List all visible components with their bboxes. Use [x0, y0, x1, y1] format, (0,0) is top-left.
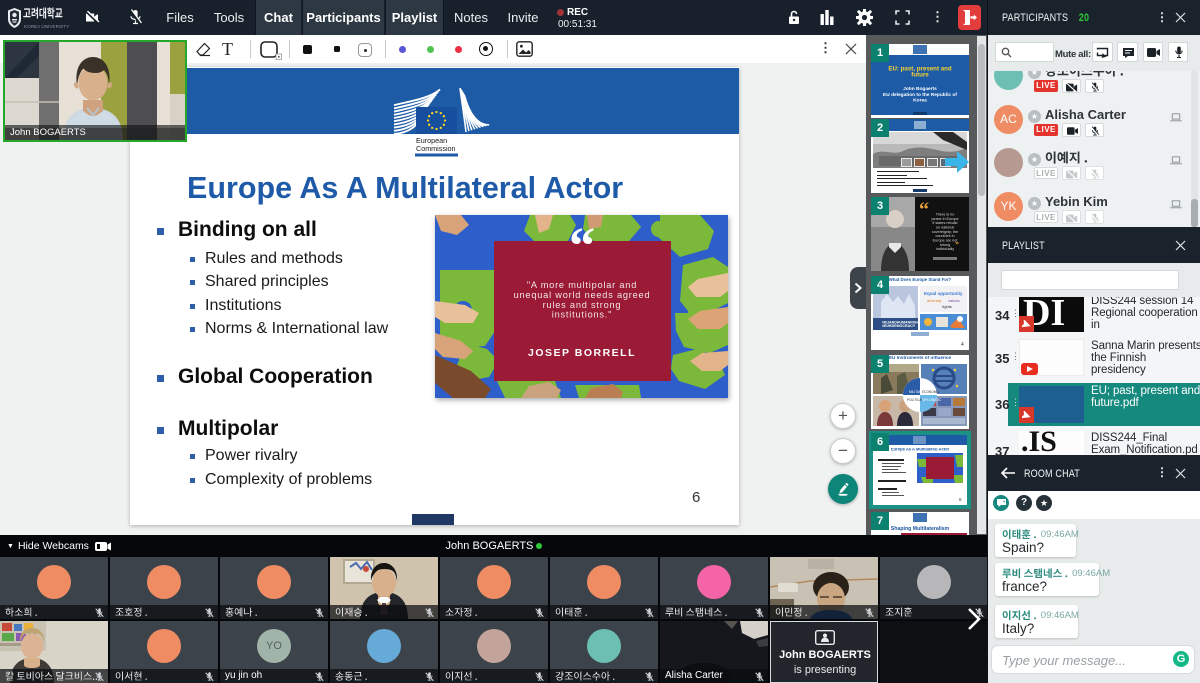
svg-text:ECONOMIC: ECONOMIC — [922, 390, 940, 394]
svg-text:“: “ — [569, 218, 595, 275]
svg-text:DIPLOMATIC: DIPLOMATIC — [922, 398, 942, 402]
svg-text:Commission: Commission — [416, 144, 456, 153]
svg-text:Equal opportunity: Equal opportunity — [924, 291, 963, 296]
svg-text:diversity: diversity — [927, 298, 942, 303]
svg-text:values: values — [948, 298, 960, 303]
svg-text:unequal world needs agreed: unequal world needs agreed — [514, 290, 651, 300]
svg-text:rights: rights — [942, 304, 952, 309]
svg-text:JOSEP BORRELL: JOSEP BORRELL — [528, 347, 636, 359]
svg-text:"A more multipolar and: "A more multipolar and — [527, 280, 637, 290]
svg-text:rules and strong: rules and strong — [543, 300, 622, 310]
svg-text:institutions.": institutions." — [552, 310, 612, 320]
